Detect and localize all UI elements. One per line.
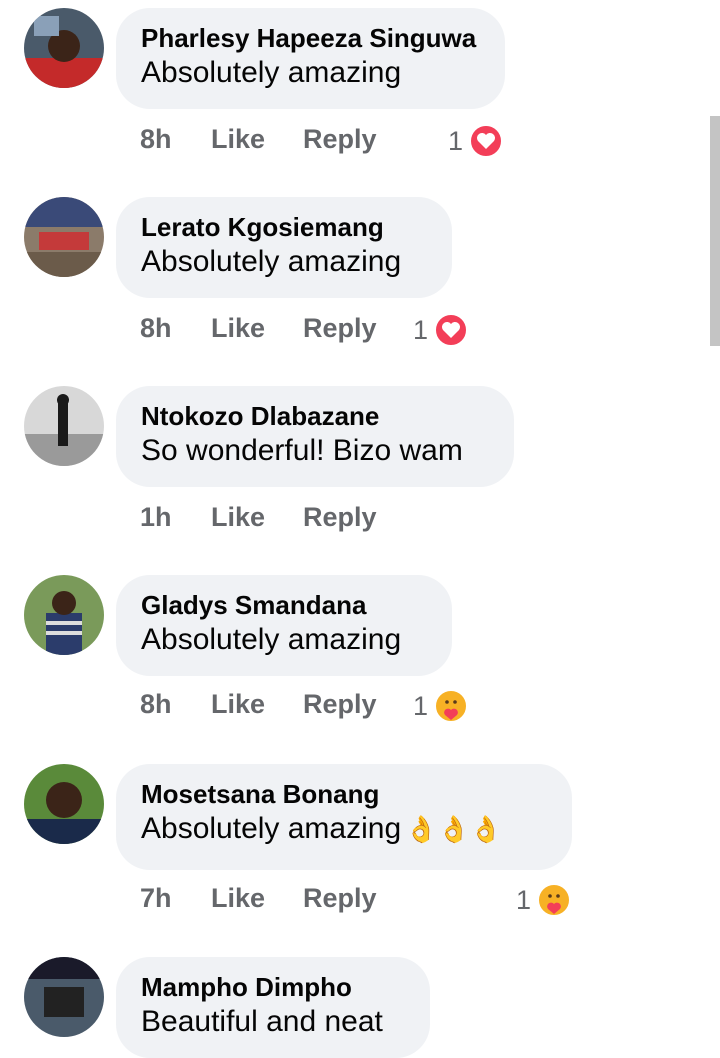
reply-button[interactable]: Reply	[303, 124, 377, 155]
comment-text: Absolutely amazing	[141, 56, 402, 89]
comment-author[interactable]: Lerato Kgosiemang	[141, 211, 427, 243]
reaction-count: 1	[413, 314, 429, 345]
comment-bubble: Pharlesy Hapeeza Singuwa Absolutely amaz…	[116, 8, 505, 109]
reaction-count: 1	[448, 125, 464, 156]
comment-text: Absolutely amazing 👌👌👌	[141, 810, 547, 848]
comment-text: Absolutely amazing	[141, 623, 402, 656]
comment-text: So wonderful! Bizo wam	[141, 434, 463, 467]
comment-time[interactable]: 8h	[140, 313, 172, 344]
avatar[interactable]	[24, 575, 104, 655]
care-icon	[434, 689, 469, 723]
comment-bubble: Lerato Kgosiemang Absolutely amazing	[116, 197, 452, 298]
comment-author[interactable]: Pharlesy Hapeeza Singuwa	[141, 22, 480, 54]
comment-author[interactable]: Ntokozo Dlabazane	[141, 400, 489, 432]
comment-author[interactable]: Mampho Dimpho	[141, 971, 405, 1003]
comment-text: Absolutely amazing	[141, 245, 402, 278]
reply-button[interactable]: Reply	[303, 689, 377, 720]
reaction-count: 1	[516, 884, 532, 915]
comment-time[interactable]: 8h	[140, 124, 172, 155]
comment-text: Beautiful and neat	[141, 1005, 383, 1038]
reply-button[interactable]: Reply	[303, 883, 377, 914]
comment-time[interactable]: 1h	[140, 502, 172, 533]
love-icon	[434, 313, 469, 347]
avatar[interactable]	[24, 764, 104, 844]
comment-author[interactable]: Mosetsana Bonang	[141, 778, 547, 810]
reply-button[interactable]: Reply	[303, 313, 377, 344]
ok-hand-emoji: 👌👌👌	[405, 814, 503, 844]
like-button[interactable]: Like	[211, 313, 265, 344]
comment-bubble: Gladys Smandana Absolutely amazing	[116, 575, 452, 676]
comment-author[interactable]: Gladys Smandana	[141, 589, 427, 621]
avatar[interactable]	[24, 957, 104, 1037]
comment-bubble: Mampho Dimpho Beautiful and neat	[116, 957, 430, 1058]
avatar[interactable]	[24, 8, 104, 88]
like-button[interactable]: Like	[211, 689, 265, 720]
like-button[interactable]: Like	[211, 502, 265, 533]
like-button[interactable]: Like	[211, 124, 265, 155]
avatar[interactable]	[24, 386, 104, 466]
reaction-summary[interactable]: 1	[413, 313, 469, 347]
comment-bubble: Ntokozo Dlabazane So wonderful! Bizo wam	[116, 386, 514, 487]
reaction-summary[interactable]: 1	[413, 689, 469, 723]
reply-button[interactable]: Reply	[303, 502, 377, 533]
comment-time[interactable]: 8h	[140, 689, 172, 720]
scrollbar[interactable]	[710, 116, 720, 346]
avatar[interactable]	[24, 197, 104, 277]
care-icon	[537, 883, 572, 917]
comment-text-body: Absolutely amazing	[141, 812, 402, 845]
comment-bubble: Mosetsana Bonang Absolutely amazing 👌👌👌	[116, 764, 572, 870]
love-icon	[469, 124, 504, 158]
reaction-summary[interactable]: 1	[448, 124, 504, 158]
reaction-summary[interactable]: 1	[516, 883, 572, 917]
comment-time[interactable]: 7h	[140, 883, 172, 914]
like-button[interactable]: Like	[211, 883, 265, 914]
reaction-count: 1	[413, 690, 429, 721]
